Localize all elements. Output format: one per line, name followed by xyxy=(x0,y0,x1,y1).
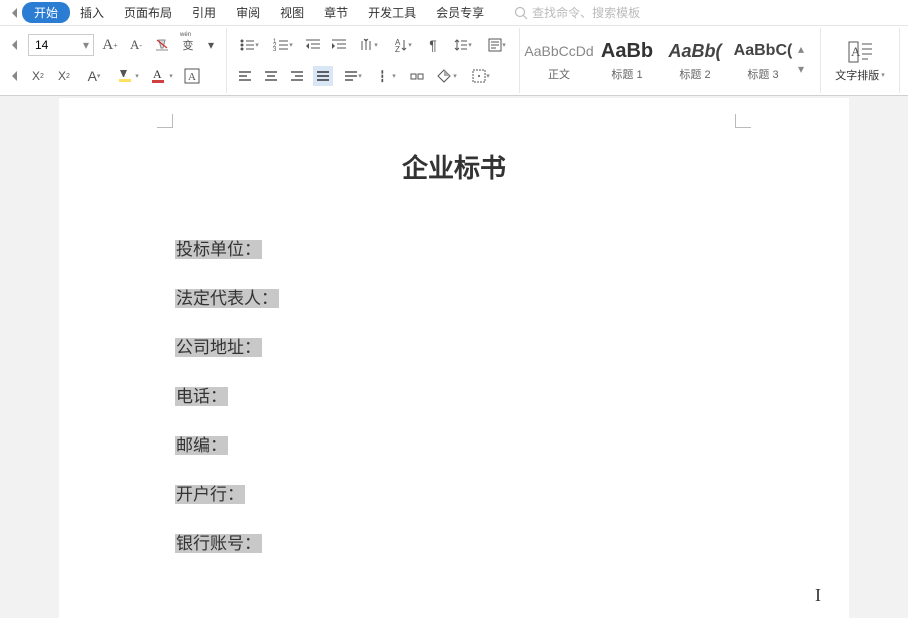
tab-dev-tools[interactable]: 开发工具 xyxy=(358,1,426,24)
svg-text:A: A xyxy=(851,44,861,59)
chevron-down-icon: ▾ xyxy=(79,38,93,52)
shading-icon[interactable]: ▾ xyxy=(433,66,461,86)
menu-bar: 开始 插入 页面布局 引用 审阅 视图 章节 开发工具 会员专享 查找命令、搜索… xyxy=(0,0,908,26)
field-text[interactable]: 邮编： xyxy=(175,436,228,455)
decrease-indent-icon[interactable] xyxy=(303,35,323,55)
text-layout-button[interactable]: A 文字排版▾ xyxy=(829,30,891,91)
margin-corner-icon xyxy=(157,114,173,128)
svg-text:Z: Z xyxy=(395,45,400,52)
font-prev2-icon[interactable] xyxy=(8,66,22,86)
style-gallery-nav[interactable]: ▴ ▾ xyxy=(798,42,814,76)
field-text[interactable]: 银行账号： xyxy=(175,534,262,553)
field-row: 投标单位： xyxy=(175,235,849,260)
menu-left-caret-icon[interactable] xyxy=(8,3,22,23)
tab-stops-icon[interactable] xyxy=(407,66,427,86)
field-text[interactable]: 法定代表人： xyxy=(175,289,279,308)
change-case-icon[interactable]: A▾ xyxy=(80,66,108,86)
svg-text:A: A xyxy=(153,68,162,81)
dropdown-icon[interactable]: ▾ xyxy=(204,35,218,55)
field-row: 银行账号： xyxy=(175,529,849,554)
superscript-icon[interactable]: X2 xyxy=(28,66,48,86)
ribbon-group-font: 14 ▾ A+ A- 变wén ▾ X2 X2 A▾ ▾ A▾ A xyxy=(0,28,227,93)
style-heading3[interactable]: AaBbC( 标题 3 xyxy=(730,30,796,88)
tab-page-layout[interactable]: 页面布局 xyxy=(114,1,182,24)
search-placeholder: 查找命令、搜索模板 xyxy=(532,4,640,21)
text-layout-label: 文字排版 xyxy=(835,67,879,83)
style-label: 标题 2 xyxy=(679,66,710,82)
font-size-value: 14 xyxy=(29,38,79,52)
align-justify-icon[interactable] xyxy=(313,66,333,86)
document-title: 企业标书 xyxy=(59,148,849,185)
svg-text:A: A xyxy=(188,71,196,83)
ribbon-group-find: 查找替换▾ xyxy=(900,28,908,93)
tab-review[interactable]: 审阅 xyxy=(226,1,270,24)
field-row: 公司地址： xyxy=(175,333,849,358)
command-search[interactable]: 查找命令、搜索模板 xyxy=(514,4,640,21)
field-row: 邮编： xyxy=(175,431,849,456)
field-row: 法定代表人： xyxy=(175,284,849,309)
search-icon xyxy=(514,6,528,20)
highlight-color-icon[interactable]: ▾ xyxy=(114,66,142,86)
bullets-icon[interactable]: ▾ xyxy=(235,35,263,55)
align-center-icon[interactable] xyxy=(261,66,281,86)
document-fields: 投标单位： 法定代表人： 公司地址： 电话： 邮编： 开户行： 银行账号： xyxy=(175,235,849,554)
font-size-combo[interactable]: 14 ▾ xyxy=(28,34,94,56)
style-label: 标题 3 xyxy=(747,66,778,82)
text-layout-icon: A xyxy=(846,39,874,65)
clear-format-icon[interactable] xyxy=(152,35,172,55)
shrink-font-icon[interactable]: A- xyxy=(126,35,146,55)
field-row: 电话： xyxy=(175,382,849,407)
style-heading2[interactable]: AaBb( 标题 2 xyxy=(662,30,728,88)
field-text[interactable]: 开户行： xyxy=(175,485,245,504)
grow-font-icon[interactable]: A+ xyxy=(100,35,120,55)
document-area: 企业标书 投标单位： 法定代表人： 公司地址： 电话： 邮编： 开户行： 银行账… xyxy=(0,96,908,618)
font-prev-icon[interactable] xyxy=(8,35,22,55)
ribbon-group-text-layout: A 文字排版▾ xyxy=(821,28,900,93)
ribbon-group-styles: AaBbCcDd 正文 AaBb 标题 1 AaBb( 标题 2 AaBbC( … xyxy=(520,28,821,93)
tab-view[interactable]: 视图 xyxy=(270,1,314,24)
line-spacing-icon[interactable]: ▾ xyxy=(449,35,477,55)
tab-start[interactable]: 开始 xyxy=(22,2,70,23)
style-preview: AaBbC( xyxy=(734,36,793,66)
asian-layout-icon[interactable]: ▾ xyxy=(355,35,383,55)
font-color-icon[interactable]: A▾ xyxy=(148,66,176,86)
increase-indent-icon[interactable] xyxy=(329,35,349,55)
align-right-icon[interactable] xyxy=(287,66,307,86)
align-left-icon[interactable] xyxy=(235,66,255,86)
character-border-icon[interactable]: A xyxy=(182,66,202,86)
style-heading1[interactable]: AaBb 标题 1 xyxy=(594,30,660,88)
text-direction-icon[interactable]: ┇▾ xyxy=(373,66,401,86)
field-row: 开户行： xyxy=(175,480,849,505)
svg-text:3: 3 xyxy=(273,47,277,52)
page[interactable]: 企业标书 投标单位： 法定代表人： 公司地址： 电话： 邮编： 开户行： 银行账… xyxy=(59,98,849,618)
tab-reference[interactable]: 引用 xyxy=(182,1,226,24)
chevron-down-icon: ▾ xyxy=(798,62,814,76)
field-text[interactable]: 投标单位： xyxy=(175,240,262,259)
align-distribute-icon[interactable]: ▾ xyxy=(339,66,367,86)
field-text[interactable]: 公司地址： xyxy=(175,338,262,357)
paragraph-layout-icon[interactable]: ▾ xyxy=(483,35,511,55)
text-cursor-icon: I xyxy=(815,585,821,606)
tab-chapter[interactable]: 章节 xyxy=(314,1,358,24)
svg-text:┇: ┇ xyxy=(379,70,386,83)
tab-insert[interactable]: 插入 xyxy=(70,1,114,24)
style-preview: AaBb( xyxy=(669,36,722,66)
field-text[interactable]: 电话： xyxy=(175,387,228,406)
show-marks-icon[interactable]: ¶ xyxy=(423,35,443,55)
phonetic-guide-icon[interactable]: 变wén xyxy=(178,35,198,55)
tab-vip[interactable]: 会员专享 xyxy=(426,1,494,24)
ribbon: 14 ▾ A+ A- 变wén ▾ X2 X2 A▾ ▾ A▾ A ▾ 123▾… xyxy=(0,26,908,96)
style-label: 正文 xyxy=(548,66,570,82)
ribbon-group-paragraph: ▾ 123▾ ▾ AZ▾ ¶ ▾ ▾ ▾ ┇▾ ▾ ▾ xyxy=(227,28,520,93)
numbering-icon[interactable]: 123▾ xyxy=(269,35,297,55)
subscript-icon[interactable]: X2 xyxy=(54,66,74,86)
style-label: 标题 1 xyxy=(611,66,642,82)
margin-corner-icon xyxy=(735,114,751,128)
sort-icon[interactable]: AZ▾ xyxy=(389,35,417,55)
style-normal[interactable]: AaBbCcDd 正文 xyxy=(526,30,592,88)
style-preview: AaBb xyxy=(601,36,653,66)
chevron-up-icon: ▴ xyxy=(798,42,814,56)
borders-icon[interactable]: ▾ xyxy=(467,66,495,86)
style-preview: AaBbCcDd xyxy=(524,36,593,66)
